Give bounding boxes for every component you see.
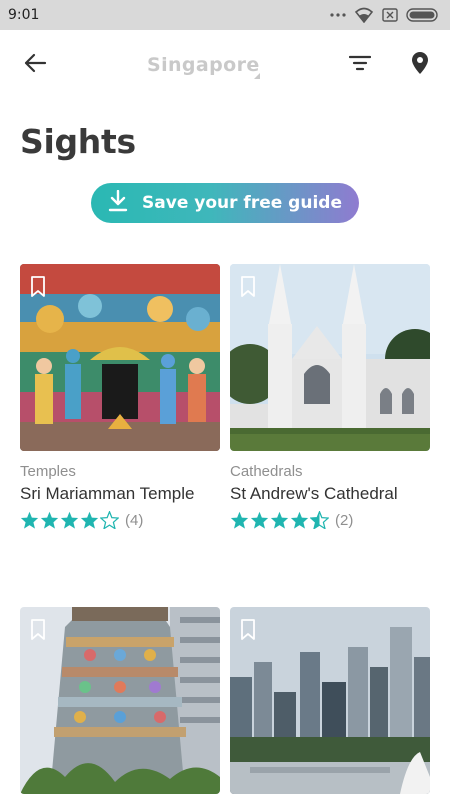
map-pin-button[interactable] bbox=[406, 50, 434, 80]
filter-button[interactable] bbox=[346, 52, 374, 78]
sight-name[interactable]: St Andrew's Cathedral bbox=[230, 484, 430, 504]
star-full-icon bbox=[40, 511, 59, 529]
filter-icon bbox=[348, 55, 372, 76]
star-full-icon bbox=[60, 511, 79, 529]
save-guide-label: Save your free guide bbox=[142, 193, 342, 213]
star-full-icon bbox=[270, 511, 289, 529]
star-rating: (2) bbox=[230, 511, 430, 529]
bookmark-icon[interactable] bbox=[240, 619, 256, 641]
save-guide-button[interactable]: Save your free guide bbox=[91, 183, 359, 223]
back-button[interactable] bbox=[20, 52, 50, 78]
battery-icon bbox=[406, 8, 440, 22]
sight-card[interactable]: Cathedrals St Andrew's Cathedral (2) bbox=[230, 264, 430, 529]
sight-category: Temples bbox=[20, 463, 76, 480]
status-time: 9:01 bbox=[8, 7, 40, 23]
star-full-icon bbox=[80, 511, 99, 529]
bookmark-icon[interactable] bbox=[30, 276, 46, 298]
temple-tower-image bbox=[20, 607, 220, 794]
city-skyline-image bbox=[230, 607, 430, 794]
status-icons bbox=[330, 7, 440, 23]
sight-name[interactable]: Sri Mariamman Temple bbox=[20, 484, 220, 504]
more-dots-icon bbox=[330, 12, 346, 18]
sight-image[interactable] bbox=[20, 264, 220, 451]
header-title: Singapore bbox=[147, 54, 260, 76]
cathedral-image bbox=[230, 264, 430, 451]
map-pin-icon bbox=[411, 51, 429, 80]
temple-gopuram-image bbox=[20, 264, 220, 451]
rating-count: (2) bbox=[335, 511, 354, 529]
star-full-icon bbox=[230, 511, 249, 529]
sight-card[interactable] bbox=[230, 607, 430, 794]
star-full-icon bbox=[290, 511, 309, 529]
bookmark-icon[interactable] bbox=[240, 276, 256, 298]
download-icon bbox=[108, 189, 128, 217]
page-title: Sights bbox=[20, 122, 136, 161]
no-sim-icon bbox=[382, 8, 398, 22]
app-bar: Singapore bbox=[0, 30, 450, 100]
star-full-icon bbox=[20, 511, 39, 529]
sight-image[interactable] bbox=[230, 264, 430, 451]
sight-card[interactable] bbox=[20, 607, 220, 794]
rating-count: (4) bbox=[125, 511, 144, 529]
star-full-icon bbox=[250, 511, 269, 529]
star-rating: (4) bbox=[20, 511, 220, 529]
sight-image[interactable] bbox=[20, 607, 220, 794]
sight-image[interactable] bbox=[230, 607, 430, 794]
arrow-left-icon bbox=[23, 53, 47, 78]
sight-category: Cathedrals bbox=[230, 463, 303, 480]
star-half-icon bbox=[310, 511, 329, 529]
star-empty-icon bbox=[100, 511, 119, 529]
title-caret-icon bbox=[254, 66, 260, 79]
sight-card[interactable]: Temples Sri Mariamman Temple (4) bbox=[20, 264, 220, 529]
wifi-icon bbox=[354, 7, 374, 23]
status-bar: 9:01 bbox=[0, 0, 450, 30]
bookmark-icon[interactable] bbox=[30, 619, 46, 641]
